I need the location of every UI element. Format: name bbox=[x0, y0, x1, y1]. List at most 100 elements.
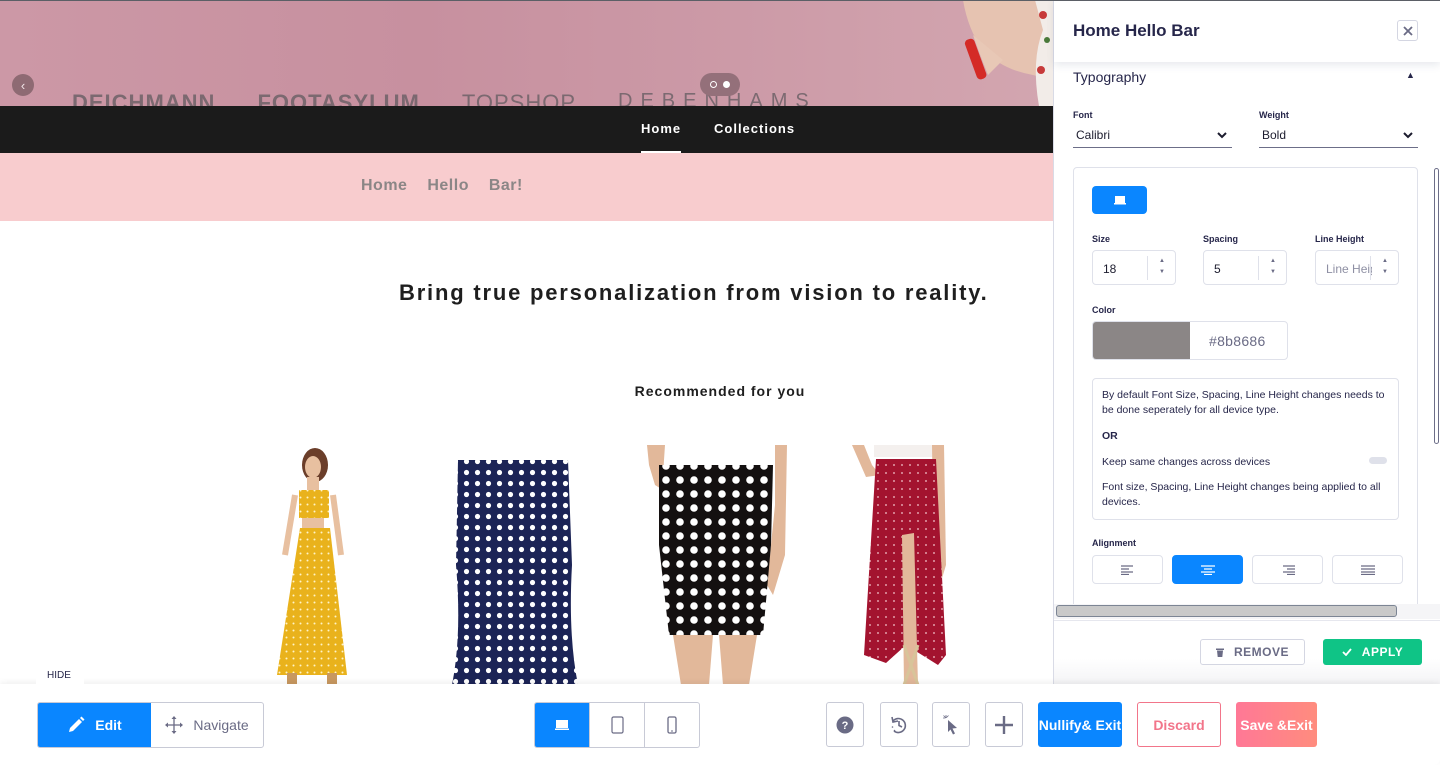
spacing-stepper[interactable]: ▲ ▼ bbox=[1258, 256, 1286, 280]
nullify-exit-button[interactable]: Nullify & Exit bbox=[1038, 702, 1122, 747]
product-card[interactable] bbox=[450, 445, 580, 684]
panel-horizontal-scrollbar[interactable] bbox=[1054, 604, 1440, 619]
history-button[interactable] bbox=[880, 702, 918, 747]
brand-logo: TOPSHOP bbox=[461, 90, 576, 106]
product-card[interactable] bbox=[850, 445, 960, 684]
help-icon: ? bbox=[836, 716, 854, 733]
nav-collections[interactable]: Collections bbox=[714, 106, 795, 153]
discard-button[interactable]: Discard bbox=[1137, 702, 1221, 747]
close-panel-button[interactable] bbox=[1397, 20, 1418, 41]
edit-label: Edit bbox=[95, 717, 122, 733]
line-height-input[interactable]: Line Height ▲▼ bbox=[1315, 250, 1399, 285]
page-headline[interactable]: Bring true personalization from vision t… bbox=[399, 280, 989, 306]
carousel-dot-2[interactable] bbox=[723, 81, 730, 88]
hello-bar[interactable]: Home Hello Bar! bbox=[0, 153, 1053, 221]
product-grid bbox=[240, 445, 1040, 684]
info-text-applied: Font size, Spacing, Line Height changes … bbox=[1102, 481, 1381, 508]
panel-vertical-scrollbar[interactable] bbox=[1434, 168, 1439, 444]
align-center-button[interactable] bbox=[1172, 555, 1243, 584]
site-navbar: Home Collections bbox=[0, 106, 1053, 153]
cursor-click-icon bbox=[943, 714, 957, 734]
color-label: Color bbox=[1092, 305, 1116, 315]
scrollbar-thumb[interactable] bbox=[1056, 605, 1397, 617]
brand-logo: DEICHMANN bbox=[72, 90, 216, 106]
hero-model-image bbox=[963, 0, 1053, 106]
nav-home[interactable]: Home bbox=[641, 106, 682, 153]
settings-panel: Home Hello Bar Typography ▲ Font Calibri… bbox=[1053, 0, 1440, 684]
product-card[interactable] bbox=[645, 445, 795, 684]
typography-section-title[interactable]: Typography bbox=[1073, 69, 1146, 85]
chevron-down-icon bbox=[1403, 132, 1413, 139]
weight-value: Bold bbox=[1262, 128, 1287, 142]
panel-body: Typography ▲ Font Calibri Weight Bold Si… bbox=[1054, 62, 1440, 604]
move-arrows-icon bbox=[165, 716, 184, 734]
size-input[interactable]: 18 ▲ ▼ bbox=[1092, 250, 1176, 285]
size-label: Size bbox=[1092, 234, 1111, 244]
color-swatch[interactable] bbox=[1093, 322, 1190, 359]
site-preview: DEICHMANN FOOTASYLUM TOPSHOP DEBENHAMS ‹… bbox=[0, 0, 1053, 684]
font-value: Calibri bbox=[1076, 128, 1111, 142]
alignment-label: Alignment bbox=[1092, 538, 1136, 548]
device-tablet-button[interactable] bbox=[589, 703, 644, 747]
carousel-prev-button[interactable]: ‹ bbox=[12, 74, 34, 96]
collapse-caret-icon[interactable]: ▲ bbox=[1406, 70, 1415, 80]
typography-card: Size 18 ▲ ▼ Spacing 5 ▲ ▼ Line Height Line… bbox=[1073, 167, 1418, 604]
spacing-label: Spacing bbox=[1203, 234, 1239, 244]
font-select[interactable]: Calibri bbox=[1073, 124, 1232, 148]
weight-label: Weight bbox=[1259, 110, 1289, 120]
history-icon bbox=[891, 716, 907, 733]
device-mobile-button[interactable] bbox=[644, 703, 699, 747]
edit-mode-button[interactable]: Edit bbox=[38, 703, 151, 747]
spacing-input[interactable]: 5 ▲ ▼ bbox=[1203, 250, 1287, 285]
align-justify-button[interactable] bbox=[1332, 555, 1403, 584]
carousel-dot-1[interactable] bbox=[710, 81, 717, 88]
help-button[interactable]: ? bbox=[826, 702, 864, 747]
sync-devices-toggle[interactable] bbox=[1369, 457, 1387, 464]
visual-editor: DEICHMANN FOOTASYLUM TOPSHOP DEBENHAMS ‹… bbox=[0, 0, 1440, 765]
align-center-icon bbox=[1200, 564, 1215, 575]
panel-header: Home Hello Bar bbox=[1054, 0, 1440, 62]
editor-toolbar: Edit Navigate ? Nullify & Exit Discard S… bbox=[0, 684, 1440, 765]
color-picker[interactable]: #8b8686 bbox=[1092, 321, 1288, 360]
mode-switch: Edit Navigate bbox=[37, 702, 264, 748]
align-left-icon bbox=[1120, 564, 1133, 575]
line-height-stepper[interactable]: ▲ ▼ bbox=[1370, 256, 1398, 280]
brand-logo: FOOTASYLUM bbox=[257, 90, 420, 106]
device-desktop-button[interactable] bbox=[535, 703, 589, 747]
size-stepper[interactable]: ▲ ▼ bbox=[1147, 256, 1175, 280]
size-value: 18 bbox=[1103, 262, 1117, 276]
trash-icon bbox=[1215, 648, 1224, 657]
hello-bar-text[interactable]: Home Hello Bar! bbox=[361, 177, 523, 195]
panel-footer: REMOVE APPLY bbox=[1054, 620, 1440, 684]
save-exit-button[interactable]: Save & Exit bbox=[1236, 702, 1317, 747]
spacing-value: 5 bbox=[1214, 262, 1221, 276]
hide-toolbar-button[interactable]: HIDE bbox=[36, 666, 84, 684]
weight-select[interactable]: Bold bbox=[1259, 124, 1418, 148]
mobile-icon bbox=[667, 716, 677, 734]
element-picker-button[interactable] bbox=[932, 702, 970, 747]
remove-button[interactable]: REMOVE bbox=[1200, 639, 1305, 665]
device-desktop-toggle[interactable] bbox=[1092, 186, 1147, 214]
alignment-group bbox=[1092, 555, 1403, 584]
carousel-pagination bbox=[700, 73, 740, 96]
svg-text:?: ? bbox=[842, 720, 849, 732]
info-or: OR bbox=[1102, 430, 1118, 442]
navigate-mode-button[interactable]: Navigate bbox=[151, 703, 263, 747]
align-left-button[interactable] bbox=[1092, 555, 1163, 584]
info-text-default: By default Font Size, Spacing, Line Heig… bbox=[1102, 389, 1385, 416]
navigate-label: Navigate bbox=[193, 717, 249, 733]
align-right-button[interactable] bbox=[1252, 555, 1323, 584]
apply-button[interactable]: APPLY bbox=[1323, 639, 1422, 665]
sync-toggle-label: Keep same changes across devices bbox=[1102, 456, 1271, 468]
desktop-icon bbox=[555, 720, 569, 730]
plus-icon bbox=[995, 715, 1013, 734]
hero-banner: DEICHMANN FOOTASYLUM TOPSHOP DEBENHAMS ‹ bbox=[0, 0, 1053, 106]
recommendations-title[interactable]: Recommended for you bbox=[0, 383, 1053, 399]
chevron-down-icon bbox=[1217, 132, 1227, 139]
add-element-button[interactable] bbox=[985, 702, 1023, 747]
product-card[interactable] bbox=[255, 445, 375, 684]
color-hex-value[interactable]: #8b8686 bbox=[1209, 333, 1266, 349]
align-justify-icon bbox=[1360, 564, 1375, 575]
device-sync-info: By default Font Size, Spacing, Line Heig… bbox=[1092, 378, 1399, 520]
font-label: Font bbox=[1073, 110, 1093, 120]
